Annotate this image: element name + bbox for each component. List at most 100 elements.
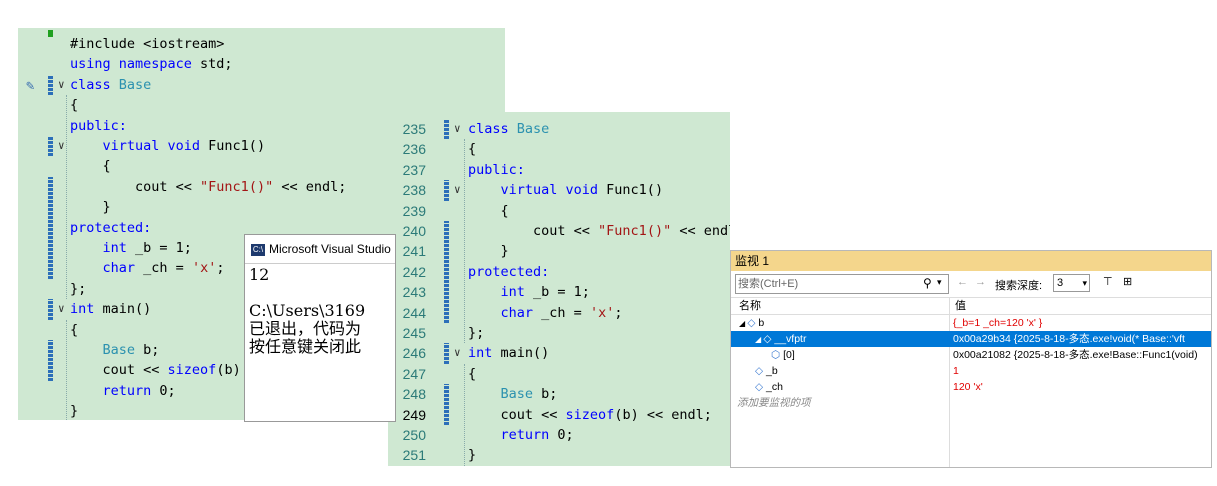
code-line[interactable]: } xyxy=(70,197,111,217)
code-line[interactable]: } xyxy=(468,241,509,261)
code-line[interactable]: #include <iostream> xyxy=(70,34,224,54)
code-token: public: xyxy=(468,161,525,178)
console-title: Microsoft Visual Studio xyxy=(269,242,391,256)
code-token: Base xyxy=(118,76,152,93)
code-line[interactable]: cout << "Func1()" << endl; xyxy=(468,221,730,241)
code-token: ; xyxy=(216,260,225,277)
search-depth-select[interactable]: 3 ▾ xyxy=(1053,274,1090,292)
code-token: int xyxy=(468,345,501,362)
pin-icon[interactable]: ⊤ xyxy=(1103,275,1113,288)
code-line[interactable]: { xyxy=(70,156,111,176)
code-token: return xyxy=(468,427,558,443)
fold-chevron-icon[interactable]: ∨ xyxy=(58,136,65,156)
fold-chevron-icon[interactable]: ∨ xyxy=(58,75,65,95)
code-token: << endl; xyxy=(679,223,730,239)
line-number: 236 xyxy=(402,141,426,158)
variable-icon: ◇ xyxy=(747,317,759,329)
code-line[interactable]: public: xyxy=(70,116,127,136)
watch-row-value: 0x00a21082 {2025-8-18-多态.exe!Base::Func1… xyxy=(953,349,1198,361)
search-dropdown-icon[interactable]: ▾ xyxy=(937,277,942,288)
code-line[interactable]: { xyxy=(70,95,78,115)
search-depth-label: 搜索深度: xyxy=(995,280,1043,292)
code-token: protected: xyxy=(468,263,550,280)
code-line[interactable]: }; xyxy=(70,279,86,299)
value-column-header[interactable]: 值 xyxy=(955,298,966,314)
fold-chevron-icon[interactable]: ∨ xyxy=(454,119,461,139)
forward-arrow-icon[interactable]: → xyxy=(975,276,986,288)
code-line[interactable]: { xyxy=(468,201,509,221)
watch-window[interactable]: 监视 1 搜索(Ctrl+E) ⚲ ▾ ← → 搜索深度: 3 ▾ ⊤ ⊞ 名称… xyxy=(730,250,1212,468)
code-line[interactable]: protected: xyxy=(468,262,549,282)
search-icon[interactable]: ⚲ xyxy=(923,276,932,290)
watch-search-input[interactable]: 搜索(Ctrl+E) xyxy=(735,274,949,294)
code-line[interactable]: return 0; xyxy=(70,381,176,401)
right-code-editor[interactable]: 235 236 237 238 239 240 241 242 243 244 245 246 247 2… xyxy=(388,112,730,466)
code-line[interactable]: int main() xyxy=(70,299,151,319)
code-line[interactable]: } xyxy=(468,445,476,465)
scope-guide-line xyxy=(66,95,67,300)
fold-chevron-icon[interactable]: ∨ xyxy=(454,343,461,363)
watch-row-value: 1 xyxy=(953,365,959,377)
watch-row[interactable]: ◇ _b 1 xyxy=(731,363,1211,379)
code-token: << endl; xyxy=(273,178,347,195)
code-line[interactable]: class Base xyxy=(468,119,549,139)
watch-row-name: ◢ ◇ b xyxy=(739,315,764,331)
console-window[interactable]: C:\ Microsoft Visual Studio 12 C:\Users\31… xyxy=(244,234,396,422)
code-line[interactable]: } xyxy=(70,401,78,420)
fold-chevron-icon[interactable]: ∨ xyxy=(454,180,461,200)
watch-row[interactable]: ◢ ◇ b {_b=1 _ch=120 'x' } xyxy=(731,315,1211,331)
code-line[interactable]: cout << sizeof(b) << endl; xyxy=(468,405,712,425)
console-output: 12 C:\Users\3169 已退出，代码为 按任意键关闭此 xyxy=(245,264,395,421)
name-column-header[interactable]: 名称 xyxy=(739,298,761,314)
add-watch-item[interactable]: 添加要监视的项 xyxy=(731,395,1211,411)
code-line[interactable]: }; xyxy=(468,323,484,343)
code-line[interactable]: virtual void Func1() xyxy=(468,180,664,200)
tool-icon[interactable]: ✎ xyxy=(26,78,34,94)
code-token: { xyxy=(70,97,79,114)
watch-row[interactable]: ⬡ [0] 0x00a21082 {2025-8-18-多态.exe!Base::… xyxy=(731,347,1211,363)
console-output-line: 已退出，代码为 xyxy=(249,319,362,338)
code-line[interactable]: char _ch = 'x'; xyxy=(70,258,225,278)
code-line[interactable]: int _b = 1; xyxy=(468,282,590,302)
console-titlebar[interactable]: C:\ Microsoft Visual Studio xyxy=(245,235,395,264)
code-line[interactable]: return 0; xyxy=(468,425,574,445)
code-line[interactable]: { xyxy=(70,320,78,340)
tab-view-icon[interactable]: ⊞ xyxy=(1123,275,1132,288)
code-line[interactable]: protected: xyxy=(70,218,151,238)
code-token: _ch = xyxy=(143,260,192,277)
code-line[interactable]: Base b; xyxy=(70,340,160,360)
code-token: ; xyxy=(614,304,623,321)
watch-row[interactable]: ◇ _ch 120 'x' xyxy=(731,379,1211,395)
line-number: 251 xyxy=(402,447,426,464)
code-line[interactable]: public: xyxy=(468,160,525,180)
code-line[interactable]: virtual void Func1() xyxy=(70,136,266,156)
code-line[interactable]: { xyxy=(468,364,476,384)
watch-row-name: ◇ _b xyxy=(755,363,778,379)
code-token: { xyxy=(468,141,477,158)
code-line[interactable]: int _b = 1; xyxy=(70,238,192,258)
code-token: Func1() xyxy=(208,138,266,154)
code-token: b; xyxy=(541,386,558,403)
code-token: "Func1()" xyxy=(200,178,274,195)
change-margin-marker xyxy=(444,221,449,323)
change-margin-marker xyxy=(48,176,53,279)
code-line[interactable]: Base b; xyxy=(468,384,558,404)
console-app-icon: C:\ xyxy=(251,243,265,256)
code-line[interactable]: char _ch = 'x'; xyxy=(468,303,623,323)
fold-chevron-icon[interactable]: ∨ xyxy=(58,299,65,319)
back-arrow-icon[interactable]: ← xyxy=(957,276,968,288)
code-token: { xyxy=(70,321,79,338)
code-token: main() xyxy=(102,301,152,318)
watch-row[interactable]: ◢ ◇ __vfptr 0x00a29b34 {2025-8-18-多态.exe!… xyxy=(731,331,1211,347)
code-line[interactable]: cout << "Func1()" << endl; xyxy=(70,177,346,197)
code-line[interactable]: class Base xyxy=(70,75,151,95)
watch-row-name-text: __vfptr xyxy=(774,333,807,345)
code-token: int xyxy=(70,240,136,256)
code-line[interactable]: { xyxy=(468,139,476,159)
code-line[interactable]: int main() xyxy=(468,343,549,363)
line-number: 237 xyxy=(402,161,426,178)
code-line[interactable]: using namespace std; xyxy=(70,54,233,74)
variable-icon: ⬡ xyxy=(771,349,784,361)
code-token: } xyxy=(468,447,477,464)
